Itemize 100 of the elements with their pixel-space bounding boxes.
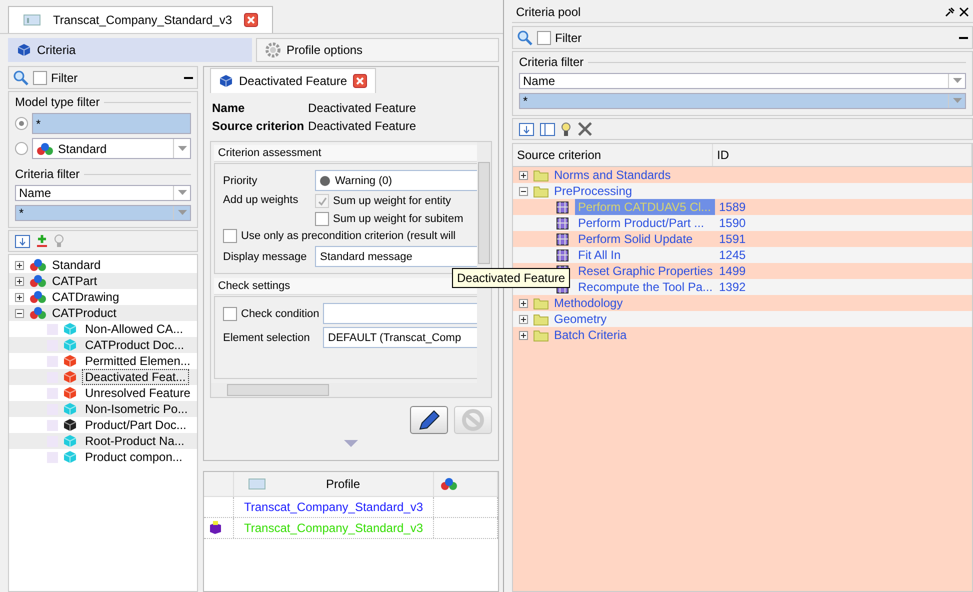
pattern-dropdown[interactable]: *: [15, 205, 191, 221]
checkbox[interactable]: [315, 212, 329, 226]
property-label: Name: [212, 101, 246, 115]
horizontal-scrollbar[interactable]: [211, 383, 491, 397]
tree-item[interactable]: Perform Solid Update: [575, 231, 715, 247]
square-icon: [47, 324, 58, 334]
priority-dropdown[interactable]: Warning (0): [315, 170, 477, 191]
panel-title: Criteria pool: [516, 5, 581, 19]
tree-item[interactable]: Deactivated Feat...: [82, 369, 189, 385]
column-header[interactable]: Source criterion: [513, 144, 713, 166]
document-tab[interactable]: Transcat_Company_Standard_v3: [8, 6, 273, 33]
property-value: Deactivated Feature: [308, 101, 418, 115]
cube-icon: [17, 43, 31, 57]
radio-button[interactable]: [15, 142, 28, 155]
expand-icon[interactable]: [519, 170, 528, 180]
tree-item[interactable]: Permitted Elemen...: [82, 353, 194, 369]
checkbox[interactable]: [223, 306, 237, 320]
column-header[interactable]: Profile: [326, 477, 360, 491]
filter-label: Filter: [555, 30, 582, 44]
collapse-icon[interactable]: [519, 186, 528, 196]
cubes-icon: [29, 258, 47, 272]
group-title: Criteria filter: [519, 55, 584, 69]
gear-icon: [264, 42, 280, 58]
dropdown-arrow-icon[interactable]: [952, 78, 962, 84]
tab-title: Transcat_Company_Standard_v3: [53, 13, 232, 27]
dropdown-arrow-icon[interactable]: [178, 190, 186, 196]
expand-icon[interactable]: [15, 292, 24, 302]
tree-item[interactable]: Geometry: [554, 312, 607, 326]
tree-item[interactable]: Product/Part Doc...: [82, 417, 190, 433]
tree-item[interactable]: Batch Criteria: [554, 328, 627, 342]
tree-item[interactable]: Non-Allowed CA...: [82, 321, 186, 337]
tab-title: Deactivated Feature: [239, 74, 348, 88]
tree-item[interactable]: Standard: [52, 258, 101, 272]
tree-item[interactable]: Norms and Standards: [554, 168, 671, 182]
tree-item[interactable]: Methodology: [554, 296, 623, 310]
radio-button[interactable]: [15, 117, 28, 130]
criterion-icon: [555, 248, 570, 262]
document-icon: [248, 478, 266, 490]
checkbox-label: Sum up weight for entity: [333, 195, 452, 207]
square-icon: [47, 356, 58, 366]
square-icon: [47, 452, 58, 462]
tree-item[interactable]: Product compon...: [82, 449, 186, 465]
expand-icon[interactable]: [519, 298, 528, 308]
criterion-id: 1392: [718, 280, 746, 294]
criterion-id: 1245: [718, 248, 746, 262]
criterion-id: 1499: [718, 264, 746, 278]
field-label: Element selection: [223, 332, 311, 344]
section-header[interactable]: Criterion assessment: [214, 145, 477, 162]
field-label: Priority: [223, 174, 258, 186]
folder-icon: [533, 184, 549, 198]
criterion-id: 1590: [718, 216, 746, 230]
expand-icon[interactable]: [519, 330, 528, 340]
message-dropdown[interactable]: Standard message: [315, 246, 477, 267]
view-tab[interactable]: Criteria: [8, 38, 252, 62]
pin-icon[interactable]: [945, 7, 955, 17]
expand-all-icon[interactable]: [15, 234, 30, 248]
columns-icon[interactable]: [540, 122, 555, 136]
criteria-filter-dropdown[interactable]: Name: [15, 185, 191, 201]
model-type-dropdown[interactable]: Standard: [32, 138, 191, 159]
table-cell: Transcat_Company_Standard_v3: [234, 497, 434, 517]
dropdown-arrow-icon[interactable]: [178, 146, 186, 152]
cubes-icon: [36, 142, 54, 156]
tree-item[interactable]: Perform Product/Part ...: [575, 215, 715, 231]
input-field[interactable]: [323, 303, 477, 324]
search-icon[interactable]: [517, 30, 533, 46]
input-field[interactable]: *: [32, 113, 191, 134]
criterion-icon: [555, 232, 570, 246]
criteria-filter-dropdown[interactable]: Name: [519, 73, 966, 89]
selection-dropdown[interactable]: DEFAULT (Transcat_Comp: [323, 327, 477, 348]
expand-icon[interactable]: [519, 314, 528, 324]
expand-icon[interactable]: [15, 260, 24, 270]
editor-tab[interactable]: Deactivated Feature: [210, 68, 376, 93]
tree-item[interactable]: Fit All In: [575, 247, 715, 263]
collapse-icon[interactable]: [15, 308, 24, 318]
tree-item[interactable]: Reset Graphic Properties: [575, 263, 715, 279]
checkbox[interactable]: [223, 229, 237, 243]
cube-icon: [219, 74, 233, 88]
search-icon[interactable]: [13, 70, 29, 86]
criterion-id: 1591: [718, 232, 746, 246]
edit-button[interactable]: [410, 406, 448, 434]
folder-icon: [533, 312, 549, 326]
add-icon[interactable]: [36, 234, 48, 248]
tree-item[interactable]: PreProcessing: [554, 184, 632, 198]
cubes-icon: [29, 306, 47, 320]
expand-icon[interactable]: [15, 276, 24, 286]
column-header[interactable]: ID: [713, 144, 972, 166]
tree-item[interactable]: CATDrawing: [52, 290, 120, 304]
view-tab[interactable]: Profile options: [256, 38, 499, 62]
tree-item[interactable]: Recompute the Tool Pa...: [575, 279, 715, 295]
lightbulb-icon[interactable]: [561, 122, 571, 136]
checkbox[interactable]: [537, 30, 551, 44]
checkbox[interactable]: [33, 70, 47, 84]
cubes-icon: [29, 290, 47, 304]
cubes-icon: [29, 274, 47, 288]
close-icon[interactable]: [959, 7, 969, 17]
tree-item[interactable]: Unresolved Feature: [82, 385, 194, 401]
tooltip: Deactivated Feature: [452, 268, 570, 288]
expand-all-icon[interactable]: [519, 122, 534, 136]
square-icon: [47, 420, 58, 430]
pattern-dropdown[interactable]: *: [519, 93, 966, 109]
